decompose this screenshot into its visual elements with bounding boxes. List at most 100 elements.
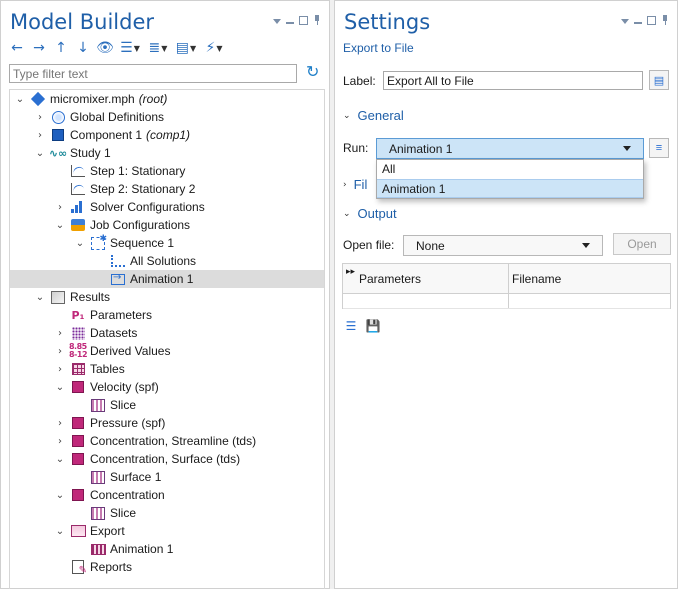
tree-node[interactable]: ⌄ Concentration, Surface (tds) (10, 450, 324, 468)
panel-controls (273, 15, 321, 25)
tree-node[interactable]: ⌄ Job Configurations (10, 216, 324, 234)
tree-node[interactable]: › Component 1 (comp1) (10, 126, 324, 144)
open-file-select[interactable]: None (403, 235, 603, 256)
view-menu-icon[interactable] (273, 18, 281, 24)
panel-title: Model Builder (10, 10, 154, 34)
minimize-icon[interactable] (286, 22, 294, 24)
tree-node[interactable]: Step 2: Stationary 2 (10, 180, 324, 198)
tree-node[interactable]: › 8.85 8-12 Derived Values (10, 342, 324, 360)
run-option-animation-1[interactable]: Animation 1 (377, 179, 643, 198)
tree-node[interactable]: All Solutions (10, 252, 324, 270)
pin-icon[interactable] (661, 15, 669, 25)
chevron-right-icon[interactable]: › (34, 126, 46, 144)
tree-node[interactable]: ⌄ Concentration (10, 486, 324, 504)
tree-node[interactable]: ⌄ Results (10, 288, 324, 306)
chevron-down-icon[interactable]: ⌄ (54, 486, 66, 504)
tree-node[interactable]: › Concentration, Streamline (tds) (10, 432, 324, 450)
refresh-icon[interactable]: ↻ (306, 64, 322, 80)
model-builder-toolbar: ← → ↑ ↓ 👁 ☰ ▼ ≣ ▼ ▤ ▼ ⚡ ▼ (9, 39, 225, 57)
tree-node-tag: (root) (138, 92, 168, 106)
show-eye-icon[interactable]: 👁 (96, 40, 114, 56)
chevron-down-icon (623, 146, 631, 151)
tree-node[interactable]: Animation 1 (10, 540, 324, 558)
tree-node[interactable]: ⌄ Velocity (spf) (10, 378, 324, 396)
tree-node[interactable]: › Pressure (spf) (10, 414, 324, 432)
run-option-all[interactable]: All (377, 160, 643, 179)
table-row[interactable] (343, 294, 670, 309)
clear-table-icon[interactable]: ☰ (344, 319, 358, 333)
back-arrow-icon[interactable]: ← (9, 40, 25, 56)
chevron-right-icon[interactable]: › (54, 414, 66, 432)
stationary-step-icon (70, 181, 86, 197)
save-icon[interactable]: 💾 (366, 319, 381, 333)
tree-node[interactable]: Slice (10, 504, 324, 522)
collapse-icon[interactable]: ≣ ▼ (147, 40, 169, 56)
run-select[interactable]: Animation 1 (376, 138, 644, 159)
node-type-subtitle: Export to File (343, 41, 414, 55)
model-tree-frame: ⌄ micromixer.mph (root) › Global Definitions… (9, 89, 325, 589)
open-button[interactable]: Open (613, 233, 671, 255)
chevron-down-icon[interactable]: ⌄ (54, 522, 66, 540)
list-view-icon[interactable]: ▤ ▼ (175, 40, 197, 56)
maximize-icon[interactable] (647, 15, 656, 25)
column-header-parameters[interactable]: ▸▸ Parameters (343, 264, 509, 293)
tree-node[interactable]: ⌄ ∿∞ Study 1 (10, 144, 324, 162)
plugin-icon[interactable]: ⚡ ▼ (203, 40, 225, 56)
expand-sections-icon[interactable]: ☰ ▼ (119, 40, 141, 56)
chevron-down-icon[interactable]: ⌄ (54, 378, 66, 396)
chevron-right-icon[interactable]: › (34, 108, 46, 126)
chevron-right-icon[interactable]: › (54, 324, 66, 342)
chevron-right-icon[interactable]: › (54, 198, 66, 216)
chevron-down-icon[interactable]: ⌄ (34, 288, 46, 306)
minimize-icon[interactable] (634, 22, 642, 24)
column-header-filename[interactable]: Filename (509, 264, 561, 293)
tree-node[interactable]: Surface 1 (10, 468, 324, 486)
tree-node-label: Slice (110, 506, 137, 520)
move-down-icon[interactable]: ↓ (75, 40, 91, 56)
tree-node-label: Derived Values (90, 344, 171, 358)
chevron-down-icon[interactable]: ⌄ (74, 234, 86, 252)
tree-node-label: Global Definitions (70, 110, 165, 124)
chevron-down-icon[interactable]: ⌄ (14, 90, 26, 108)
tree-node[interactable]: Animation 1 (10, 270, 324, 288)
tree-node[interactable]: › Solver Configurations (10, 198, 324, 216)
tree-node[interactable]: ⌄ Export (10, 522, 324, 540)
chevron-right-icon[interactable]: › (54, 342, 66, 360)
tree-node[interactable]: P₁ Parameters (10, 306, 324, 324)
tree-node[interactable]: › Global Definitions (10, 108, 324, 126)
label-comment-button[interactable]: ▤ (649, 70, 669, 90)
plot-group-icon (70, 379, 86, 395)
section-output[interactable]: ⌄ Output (343, 206, 397, 221)
chevron-down-icon[interactable]: ⌄ (34, 144, 46, 162)
table-icon (70, 361, 86, 377)
tree-node[interactable]: Step 1: Stationary (10, 162, 324, 180)
tree-node[interactable]: › Datasets (10, 324, 324, 342)
tree-node[interactable]: Slice (10, 396, 324, 414)
forward-arrow-icon[interactable]: → (31, 40, 47, 56)
chevron-down-icon[interactable]: ⌄ (54, 450, 66, 468)
tree-filter-input[interactable] (9, 64, 297, 83)
section-file[interactable]: › Fil (343, 177, 367, 192)
tree-node[interactable]: Reports (10, 558, 324, 576)
chevron-down-icon (582, 243, 590, 248)
view-menu-icon[interactable] (621, 18, 629, 24)
settings-list-icon: ≡ (655, 142, 663, 154)
pin-icon[interactable] (313, 15, 321, 25)
comment-icon: ▤ (653, 74, 665, 87)
tree-node-label: Step 2: Stationary 2 (90, 182, 196, 196)
section-general[interactable]: ⌄ General (343, 108, 404, 123)
expand-columns-icon[interactable]: ▸▸ (346, 267, 355, 277)
label-field[interactable] (383, 71, 643, 90)
chevron-right-icon[interactable]: › (54, 432, 66, 450)
tree-node[interactable]: › Tables (10, 360, 324, 378)
move-up-icon[interactable]: ↑ (53, 40, 69, 56)
chevron-down-icon[interactable]: ⌄ (54, 216, 66, 234)
run-settings-button[interactable]: ≡ (649, 138, 669, 158)
maximize-icon[interactable] (299, 15, 308, 25)
chevron-right-icon[interactable]: › (54, 360, 66, 378)
tree-node[interactable]: ⌄ Sequence 1 (10, 234, 324, 252)
tree-node[interactable]: ⌄ micromixer.mph (root) (10, 90, 324, 108)
tree-node-label: Animation 1 (130, 272, 194, 286)
